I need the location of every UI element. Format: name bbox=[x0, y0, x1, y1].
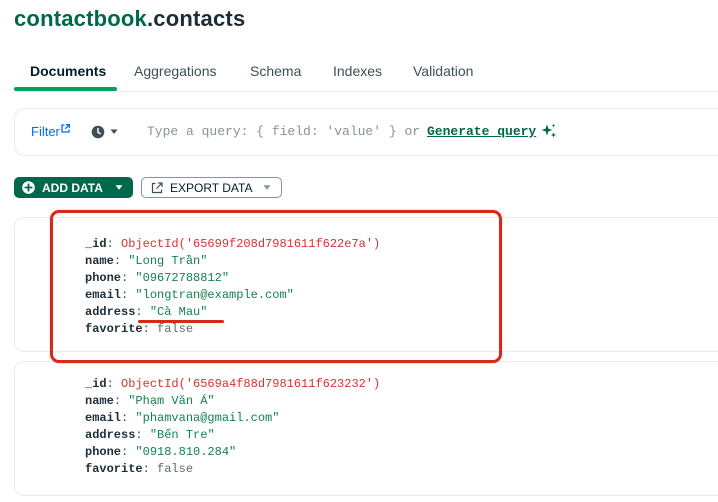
tab-schema[interactable]: Schema bbox=[250, 63, 301, 79]
collection-title: contactbook.contacts bbox=[14, 6, 245, 32]
tab-aggregations[interactable]: Aggregations bbox=[134, 63, 217, 79]
annotation-highlight-box bbox=[50, 210, 502, 363]
annotation-underline bbox=[138, 320, 224, 323]
tab-documents[interactable]: Documents bbox=[30, 63, 106, 79]
add-data-label: ADD DATA bbox=[42, 181, 103, 195]
document-card[interactable]: _id: ObjectId('6569a4f88d7981611f623232'… bbox=[14, 361, 718, 496]
field-key: favorite bbox=[85, 462, 143, 476]
document-field: favorite: false bbox=[85, 462, 194, 476]
caret-down-icon bbox=[115, 185, 123, 190]
document-field: phone: "0918.810.284" bbox=[85, 445, 237, 459]
collection-name: .contacts bbox=[147, 6, 246, 31]
tab-validation[interactable]: Validation bbox=[413, 63, 473, 79]
filter-link[interactable]: Filter bbox=[31, 124, 70, 139]
database-name[interactable]: contactbook bbox=[14, 6, 147, 31]
clock-icon bbox=[91, 125, 105, 139]
field-key: phone bbox=[85, 445, 122, 459]
document-field: name: "Phạm Văn Á" bbox=[85, 394, 215, 408]
document-field: email: "phamvana@gmail.com" bbox=[85, 411, 280, 425]
filter-label: Filter bbox=[31, 124, 60, 139]
query-input[interactable]: Type a query: { field: 'value' } or bbox=[147, 124, 420, 139]
field-value[interactable]: ObjectId('6569a4f88d7981611f623232') bbox=[121, 377, 380, 391]
external-link-icon bbox=[61, 124, 70, 133]
plus-circle-icon bbox=[22, 181, 35, 194]
field-key: address bbox=[85, 428, 136, 442]
add-data-button[interactable]: ADD DATA bbox=[14, 177, 133, 198]
field-value[interactable]: false bbox=[157, 462, 193, 476]
query-history-button[interactable] bbox=[89, 122, 121, 142]
collection-tabs: Documents Aggregations Schema Indexes Va… bbox=[14, 54, 718, 92]
tab-indexes[interactable]: Indexes bbox=[333, 63, 382, 79]
export-data-button[interactable]: EXPORT DATA bbox=[141, 177, 282, 198]
document-fields: _id: ObjectId('6569a4f88d7981611f623232'… bbox=[85, 376, 380, 478]
document-field: _id: ObjectId('6569a4f88d7981611f623232'… bbox=[85, 377, 381, 391]
field-value[interactable]: "0918.810.284" bbox=[135, 445, 236, 459]
sparkle-icon bbox=[541, 123, 556, 138]
field-key: _id bbox=[85, 377, 107, 391]
field-key: email bbox=[85, 411, 122, 425]
caret-down-icon bbox=[263, 185, 271, 190]
field-value[interactable]: "Bến Tre" bbox=[150, 428, 215, 442]
export-icon bbox=[151, 182, 163, 194]
field-value[interactable]: "Phạm Văn Á" bbox=[128, 394, 214, 408]
active-tab-indicator bbox=[14, 87, 117, 91]
caret-down-icon bbox=[110, 129, 118, 134]
document-field: address: "Bến Tre" bbox=[85, 428, 215, 442]
field-key: name bbox=[85, 394, 114, 408]
generate-query-link[interactable]: Generate query bbox=[427, 124, 536, 139]
export-data-label: EXPORT DATA bbox=[170, 181, 253, 195]
field-value[interactable]: "phamvana@gmail.com" bbox=[135, 411, 279, 425]
query-bar: Filter Type a query: { field: 'value' } … bbox=[14, 108, 718, 156]
